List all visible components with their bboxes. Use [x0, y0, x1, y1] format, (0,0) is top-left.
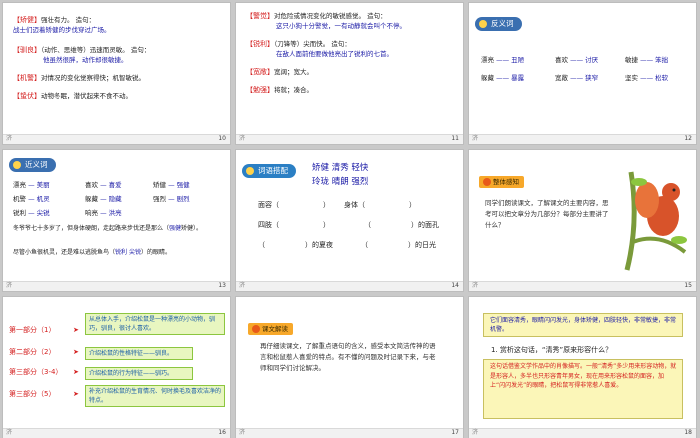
bullet-icon	[483, 178, 491, 186]
slide-footer: 济 11	[236, 134, 463, 144]
word-pair: 锐利 — 尖锐	[13, 209, 50, 217]
bullet-icon	[252, 325, 260, 333]
slide-number: 18	[684, 429, 692, 436]
slide-number: 16	[218, 429, 226, 436]
bullet-icon	[246, 167, 254, 175]
word-bank-line: 玲珑 晴朗 强烈	[312, 177, 369, 187]
part-label: 第二部分（2）	[9, 348, 56, 356]
word-pair: 躲藏 —— 暴露	[481, 74, 525, 82]
arrow-icon: ➤	[73, 348, 79, 356]
blank-line: 面容（）身体（）	[258, 201, 416, 209]
part-summary: 介绍松鼠的行为特征——驯巧。	[85, 367, 193, 380]
slide-number: 15	[684, 282, 692, 289]
arrow-icon: ➤	[73, 326, 79, 334]
slide-footer: 济 15	[469, 281, 696, 291]
quote-box: 它们面容清秀，眼睛闪闪发光，身体矫健，四肢轻快，非常敏捷，非常机警。	[483, 313, 683, 337]
section-heading: 整体感知	[479, 176, 524, 188]
part-label: 第三部分（3-4）	[9, 368, 63, 376]
slide-footer: 济 18	[469, 428, 696, 438]
part-label: 第一部分（1）	[9, 326, 56, 334]
vocab-row: 【勉强】将就；凑合。	[246, 86, 313, 94]
vocab-row: 【驯良】（动作、思维等）迅速而灵敏。 造句：	[13, 46, 151, 54]
word-pair: 喜欢 —— 讨厌	[555, 56, 599, 64]
slide-thumbnail[interactable]: 第一部分（1） ➤ 从总体入手，介绍松鼠是一种漂亮的小动物，驯巧，驯良，很讨人喜…	[2, 296, 231, 438]
word-pair: 喜欢 — 喜爱	[85, 181, 122, 189]
part-summary: 介绍松鼠的性格特征——驯良。	[85, 347, 193, 360]
vocab-row: 【机警】对情况的变化觉察得快；机智敏锐。	[13, 74, 145, 82]
word-pair: 漂亮 — 美丽	[13, 181, 50, 189]
answer-text: 这句话借鉴文学作品中的肖像描写。一般“清秀”多少用来形容动物，就是形容人，多半也…	[490, 363, 677, 389]
bullet-icon	[13, 161, 21, 169]
slide-thumbnail[interactable]: 课文解读 再仔细读课文，了解重点语句的含义，感受本文简洁传神的语言和松鼠惹人喜爱…	[235, 296, 464, 438]
instruction-text: 再仔细读课文，了解重点语句的含义，感受本文简洁传神的语言和松鼠惹人喜爱的特点。有…	[260, 342, 436, 372]
slide-number: 10	[218, 135, 226, 142]
vocab-row: 【锐利】（刀锋等）尖而快。 造句：	[246, 40, 351, 48]
section-heading: 反义词	[475, 17, 522, 31]
slide-footer: 济 10	[3, 134, 230, 144]
blank-line: （）的夏夜（）的日光	[258, 241, 436, 249]
vocab-row: 【矫健】强壮有力。 造句：	[13, 16, 96, 24]
section-heading: 近义词	[9, 158, 56, 172]
slide-number: 11	[451, 135, 459, 142]
instruction-text: 同学们朗读课文，了解课文的主要内容，思考可以把文章分为几部分？每部分主要讲了什么…	[485, 199, 609, 229]
slide-number: 17	[451, 429, 459, 436]
slide-thumbnail[interactable]: 近义词 漂亮 — 美丽 喜欢 — 喜爱 矫健 — 强健 机警 — 机灵 躲藏 —…	[2, 149, 231, 292]
slide-number: 13	[218, 282, 226, 289]
slide-footer: 济 12	[469, 134, 696, 144]
slide-thumbnail[interactable]: 整体感知 同学们朗读课文，了解课文的主要内容，思考可以把文章分为几部分？每部分主…	[468, 149, 697, 292]
part-summary: 从总体入手，介绍松鼠是一种漂亮的小动物，驯巧，驯良，很讨人喜欢。	[85, 313, 225, 335]
practice-sentence: 尽管小鱼很机灵，还是难以逃脱鱼鸟（锐利 尖锐）的眼睛。	[13, 249, 171, 256]
arrow-icon: ➤	[73, 368, 79, 376]
slide-thumbnail[interactable]: 【警觉】对危险或情况变化的敏锐感觉。 造句： 这只小狗十分警觉，一有动静就会叫个…	[235, 2, 464, 145]
question-text: 1. 赏析这句话，“清秀”原来形容什么？	[491, 346, 613, 354]
word-pair: 坚实 —— 松软	[625, 74, 669, 82]
part-label: 第三部分（5）	[9, 390, 56, 398]
vocab-row: 【宽敞】宽阔；宽大。	[246, 68, 313, 76]
example-sentence: 这只小狗十分警觉，一有动静就会叫个不停。	[276, 22, 406, 30]
word-pair: 宽敞 —— 狭窄	[555, 74, 599, 82]
word-pair: 响亮 — 洪亮	[85, 209, 122, 217]
vocab-row: 【蛰伏】动物冬眠，潜伏起来不食不动。	[13, 92, 132, 100]
slide-grid: 【矫健】强壮有力。 造句： 战士们迈着矫健的步伐穿过广场。 【驯良】（动作、思维…	[0, 0, 700, 438]
slide-footer: 济 14	[236, 281, 463, 291]
part-summary: 补充介绍松鼠的生育情况、何时换毛及喜欢洁净的特点。	[85, 385, 225, 407]
answer-box: 这句话借鉴文学作品中的肖像描写。一般“清秀”多少用来形容动物，就是形容人，多半也…	[483, 359, 683, 419]
section-heading: 词语搭配	[242, 164, 296, 178]
slide-footer: 济 16	[3, 428, 230, 438]
word-pair: 机警 — 机灵	[13, 195, 50, 203]
vocab-row: 【警觉】对危险或情况变化的敏锐感觉。 造句：	[246, 12, 387, 20]
blank-line: 四肢（）（）的面孔	[258, 221, 439, 229]
word-pair: 漂亮 —— 丑陋	[481, 56, 525, 64]
slide-thumbnail[interactable]: 词语搭配 矫健 清秀 轻快 玲珑 晴朗 强烈 面容（）身体（） 四肢（）（）的面…	[235, 149, 464, 292]
slide-thumbnail[interactable]: 【矫健】强壮有力。 造句： 战士们迈着矫健的步伐穿过广场。 【驯良】（动作、思维…	[2, 2, 231, 145]
slide-number: 14	[451, 282, 459, 289]
squirrel-illustration	[624, 171, 687, 271]
quote-text: 它们面容清秀，眼睛闪闪发光，身体矫健，四肢轻快，非常敏捷，非常机警。	[490, 317, 677, 333]
word-pair: 强烈 — 剧烈	[153, 195, 190, 203]
word-pair: 矫健 — 强健	[153, 181, 190, 189]
example-sentence: 战士们迈着矫健的步伐穿过广场。	[13, 26, 111, 34]
practice-sentence: 冬爷爷七十多岁了，但身体硬朗，走起路来步伐还是那么（强健矫健）。	[13, 225, 203, 232]
word-bank-line: 矫健 清秀 轻快	[312, 163, 369, 173]
slide-footer: 济 13	[3, 281, 230, 291]
example-sentence: 在敌人面前他要做他亮出了锐利的七首。	[276, 50, 393, 58]
arrow-icon: ➤	[73, 390, 79, 398]
slide-thumbnail[interactable]: 反义词 漂亮 —— 丑陋 喜欢 —— 讨厌 敏捷 —— 笨拙 躲藏 —— 暴露 …	[468, 2, 697, 145]
slide-number: 12	[684, 135, 692, 142]
example-sentence: 他虽然很胖，动作却很敏捷。	[43, 56, 128, 64]
slide-thumbnail[interactable]: 它们面容清秀，眼睛闪闪发光，身体矫健，四肢轻快，非常敏捷，非常机警。 1. 赏析…	[468, 296, 697, 438]
section-heading: 课文解读	[248, 323, 293, 335]
word-pair: 敏捷 —— 笨拙	[625, 56, 669, 64]
word-pair: 躲藏 — 隐藏	[85, 195, 122, 203]
slide-footer: 济 17	[236, 428, 463, 438]
bullet-icon	[479, 20, 487, 28]
